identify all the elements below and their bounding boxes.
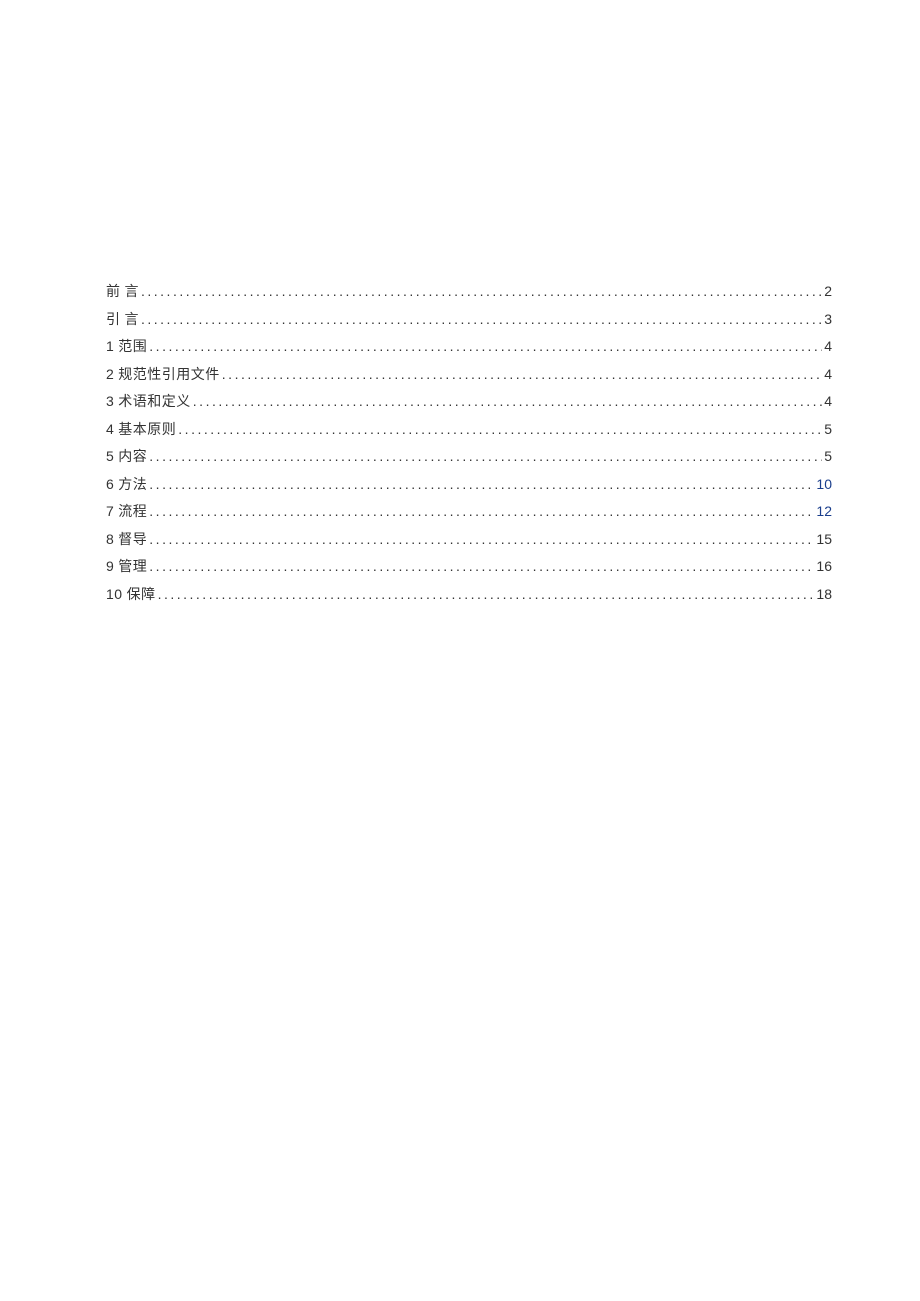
toc-entry[interactable]: 4 基本原则...................................… — [106, 422, 832, 438]
toc-entry-page: 4 — [824, 367, 832, 381]
toc-entry-number: 2 — [106, 366, 114, 382]
toc-entry-title: 9 管理 — [106, 559, 147, 575]
toc-entry-page: 16 — [816, 559, 832, 573]
toc-leader: ........................................… — [141, 284, 822, 298]
toc-leader: ........................................… — [149, 339, 822, 353]
toc-leader: ........................................… — [149, 504, 814, 518]
toc-entry-page: 4 — [824, 394, 832, 408]
toc-entry-text: 术语和定义 — [118, 395, 191, 410]
toc-entry[interactable]: 5 内容.....................................… — [106, 449, 832, 465]
toc-entry-title: 5 内容 — [106, 449, 147, 465]
toc-entry[interactable]: 1 范围.....................................… — [106, 339, 832, 355]
toc-entry[interactable]: 引 言.....................................… — [106, 312, 832, 328]
toc-entry[interactable]: 7 流程.....................................… — [106, 504, 832, 520]
toc-entry-text: 流程 — [118, 505, 147, 520]
toc-entry-text: 规范性引用文件 — [118, 368, 220, 383]
toc-entry[interactable]: 9 管理.....................................… — [106, 559, 832, 575]
toc-leader: ........................................… — [141, 312, 822, 326]
toc-entry-text: 保障 — [127, 588, 156, 603]
toc-entry-text: 管理 — [118, 560, 147, 575]
toc-entry-number: 4 — [106, 421, 114, 437]
toc-entry-number: 10 — [106, 586, 123, 602]
toc-leader: ........................................… — [222, 367, 822, 381]
toc-entry-title: 引 言 — [106, 314, 139, 328]
toc-entry-page: 5 — [824, 449, 832, 463]
toc-entry-number: 1 — [106, 338, 114, 354]
toc-entry-title: 8 督导 — [106, 532, 147, 548]
toc-entry-number: 5 — [106, 448, 114, 464]
toc-entry-title: 前 言 — [106, 286, 139, 300]
toc-entry-text: 前 言 — [106, 285, 139, 300]
toc-entry-title: 7 流程 — [106, 504, 147, 520]
toc-entry[interactable]: 8 督导.....................................… — [106, 532, 832, 548]
toc-entry-page: 15 — [816, 532, 832, 546]
toc-entry-title: 2 规范性引用文件 — [106, 367, 220, 383]
toc-leader: ........................................… — [149, 532, 814, 546]
toc-leader: ........................................… — [149, 449, 822, 463]
toc-entry-page: 18 — [816, 587, 832, 601]
toc-entry-number: 9 — [106, 558, 114, 574]
toc-entry-title: 10 保障 — [106, 587, 156, 603]
document-page: 前 言.....................................… — [0, 0, 920, 1301]
toc-entry-text: 内容 — [118, 450, 147, 465]
toc-leader: ........................................… — [149, 477, 814, 491]
toc-entry-page: 2 — [824, 284, 832, 298]
toc-entry[interactable]: 前 言.....................................… — [106, 284, 832, 300]
toc-leader: ........................................… — [178, 422, 822, 436]
toc-entry[interactable]: 10 保障....................................… — [106, 587, 832, 603]
toc-leader: ........................................… — [193, 394, 822, 408]
toc-entry-page: 5 — [824, 422, 832, 436]
toc-entry[interactable]: 3 术语和定义..................................… — [106, 394, 832, 410]
toc-entry-page: 3 — [824, 312, 832, 326]
table-of-contents: 前 言.....................................… — [106, 284, 832, 603]
toc-entry-text: 督导 — [118, 533, 147, 548]
toc-leader: ........................................… — [158, 587, 815, 601]
toc-entry-text: 范围 — [118, 340, 147, 355]
toc-entry-number: 8 — [106, 531, 114, 547]
toc-entry-title: 1 范围 — [106, 339, 147, 355]
toc-entry-text: 引 言 — [106, 313, 139, 328]
toc-entry-number: 3 — [106, 393, 114, 409]
toc-entry-title: 4 基本原则 — [106, 422, 176, 438]
toc-entry-number: 7 — [106, 503, 114, 519]
toc-entry-page: 12 — [816, 504, 832, 518]
toc-entry-number: 6 — [106, 476, 114, 492]
toc-entry-page: 10 — [816, 477, 832, 491]
toc-entry-text: 基本原则 — [118, 423, 176, 438]
toc-entry-text: 方法 — [118, 478, 147, 493]
toc-entry-title: 3 术语和定义 — [106, 394, 191, 410]
toc-entry[interactable]: 6 方法.....................................… — [106, 477, 832, 493]
toc-entry-title: 6 方法 — [106, 477, 147, 493]
toc-entry-page: 4 — [824, 339, 832, 353]
toc-entry[interactable]: 2 规范性引用文件................................… — [106, 367, 832, 383]
toc-leader: ........................................… — [149, 559, 814, 573]
